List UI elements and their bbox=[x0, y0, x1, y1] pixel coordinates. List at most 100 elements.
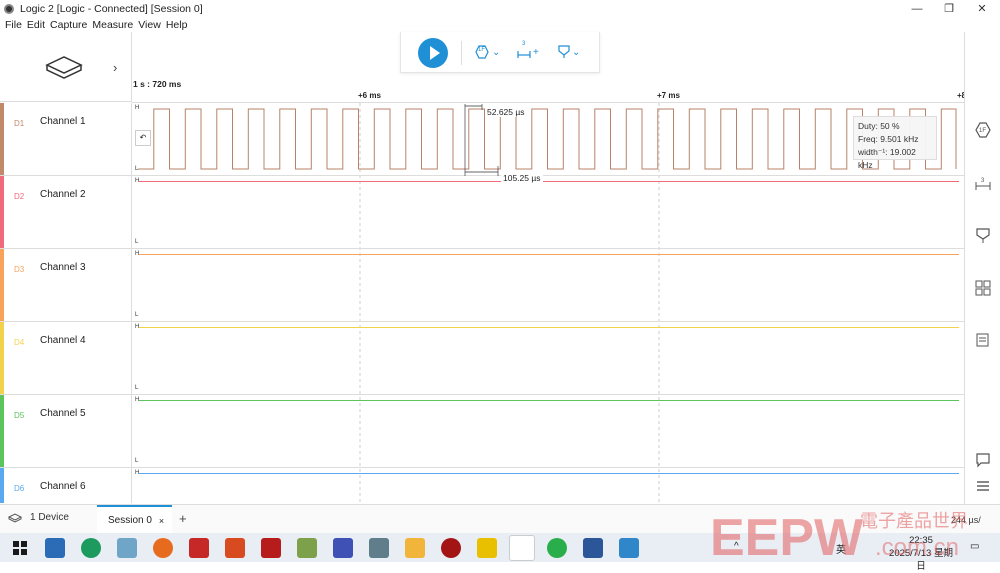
channel-name[interactable]: Channel 2 bbox=[40, 189, 86, 200]
toolbar-divider bbox=[461, 41, 462, 65]
channel-name[interactable]: Channel 6 bbox=[40, 481, 86, 492]
wechat-app-icon[interactable] bbox=[547, 538, 567, 558]
capture-toolbar: 1F ⌄ 3 + ⌄ bbox=[400, 32, 600, 73]
channel-1-waveform bbox=[138, 108, 957, 170]
svg-text:3: 3 bbox=[981, 178, 985, 184]
pdf-app-icon[interactable] bbox=[261, 538, 281, 558]
system-clock[interactable]: 22:35 2025/7/13 星期日 bbox=[885, 534, 957, 573]
duty-value: Duty: 50 % bbox=[858, 121, 900, 131]
channel-row[interactable]: D5 Channel 5 H L bbox=[0, 395, 964, 468]
channel-signal-line bbox=[139, 254, 959, 255]
channel-signal-line bbox=[139, 181, 959, 182]
close-button[interactable]: ✕ bbox=[967, 0, 997, 17]
menu-capture[interactable]: Capture bbox=[50, 19, 87, 31]
channel-color-bar bbox=[0, 249, 4, 321]
menu-icon[interactable] bbox=[975, 478, 991, 494]
menu-file[interactable]: File bbox=[5, 19, 22, 31]
chevron-right-icon[interactable]: › bbox=[113, 60, 117, 75]
notes-icon[interactable] bbox=[975, 332, 991, 348]
ab-app-icon[interactable] bbox=[189, 538, 209, 558]
channel-name[interactable]: Channel 1 bbox=[40, 116, 86, 127]
extensions-icon[interactable] bbox=[975, 280, 991, 296]
channel-id: D1 bbox=[14, 119, 25, 128]
trigger-dropdown[interactable]: 1F ⌄ bbox=[475, 44, 500, 60]
channel-id: D4 bbox=[14, 338, 25, 347]
menu-measure[interactable]: Measure bbox=[92, 19, 133, 31]
add-measurement-button[interactable]: 3 + bbox=[517, 41, 539, 60]
channel-row[interactable]: D6 Channel 6 H bbox=[0, 468, 964, 503]
channel-name[interactable]: Channel 3 bbox=[40, 262, 86, 273]
channel-id: D2 bbox=[14, 192, 25, 201]
chat-icon[interactable] bbox=[975, 452, 991, 468]
divider bbox=[131, 468, 132, 503]
analyzers-icon[interactable]: 1F bbox=[975, 122, 991, 138]
measurements-icon[interactable]: 3 bbox=[975, 175, 991, 191]
freq-value: Freq: 9.501 kHz bbox=[858, 134, 919, 144]
marker-dropdown[interactable]: ⌄ bbox=[558, 44, 580, 60]
pulse-width-label: 52.625 µs bbox=[485, 107, 527, 117]
logic-taskbar-icon[interactable] bbox=[509, 535, 535, 561]
title-bar: Logic 2 [Logic - Connected] [Session 0] bbox=[0, 0, 1000, 17]
measure-icon bbox=[517, 51, 531, 58]
photos-app-icon[interactable] bbox=[619, 538, 639, 558]
timeline-tick: +6 ms bbox=[358, 91, 381, 100]
minimize-button[interactable]: — bbox=[902, 0, 932, 17]
app-icon[interactable] bbox=[225, 538, 245, 558]
timeline-ruler[interactable]: 1 s : 720 ms +6 ms +7 ms +8 bbox=[132, 73, 966, 103]
windows-start-icon[interactable] bbox=[10, 538, 30, 558]
firefox-app-icon[interactable] bbox=[153, 538, 173, 558]
edge-app-icon[interactable] bbox=[81, 538, 101, 558]
channel-color-bar bbox=[0, 322, 4, 394]
channel-color-bar bbox=[0, 176, 4, 248]
channel-color-bar bbox=[0, 468, 4, 503]
windows-taskbar: ^ 英 22:35 2025/7/13 星期日 ▭ bbox=[0, 533, 1000, 572]
close-tab-icon[interactable]: × bbox=[159, 516, 164, 526]
menu-edit[interactable]: Edit bbox=[27, 19, 45, 31]
channel-id: D3 bbox=[14, 265, 25, 274]
channel-color-bar bbox=[0, 395, 4, 467]
channel-signal-line bbox=[139, 400, 959, 401]
channel-name[interactable]: Channel 5 bbox=[40, 408, 86, 419]
ime-indicator[interactable]: 英 bbox=[836, 541, 846, 556]
channel-signal-line bbox=[139, 327, 959, 328]
channel-row[interactable]: D4 Channel 4 H L bbox=[0, 322, 964, 395]
undo-icon[interactable]: ↶ bbox=[135, 130, 151, 146]
divider bbox=[131, 322, 132, 394]
start-capture-button[interactable] bbox=[418, 38, 448, 68]
network-app-icon[interactable] bbox=[333, 538, 353, 558]
device-tab[interactable]: 1 Device bbox=[8, 512, 69, 523]
svg-text:1F: 1F bbox=[979, 128, 986, 134]
channel-name[interactable]: Channel 4 bbox=[40, 335, 86, 346]
window-title: Logic 2 [Logic - Connected] [Session 0] bbox=[20, 2, 203, 15]
device-icon[interactable] bbox=[44, 54, 84, 82]
session-tab[interactable]: Session 0 × bbox=[97, 505, 172, 534]
tray-chevron-icon[interactable]: ^ bbox=[734, 541, 739, 552]
low-label: L bbox=[135, 458, 139, 464]
session-tabs-bar: 1 Device Session 0 × + 244 µs/ bbox=[0, 504, 1000, 534]
notification-icon[interactable]: ▭ bbox=[970, 541, 979, 552]
app-icon[interactable] bbox=[477, 538, 497, 558]
app-icon[interactable] bbox=[441, 538, 461, 558]
menu-view[interactable]: View bbox=[138, 19, 161, 31]
maximize-button[interactable]: ❐ bbox=[934, 0, 964, 17]
divider bbox=[131, 103, 132, 175]
marker-icon bbox=[558, 45, 570, 58]
channel-color-bar bbox=[0, 103, 4, 175]
tool-app-icon[interactable] bbox=[369, 538, 389, 558]
zoom-level: 244 µs/ bbox=[951, 515, 981, 525]
device-icon bbox=[8, 512, 22, 523]
word-app-icon[interactable] bbox=[583, 538, 603, 558]
channel-row[interactable]: D3 Channel 3 H L bbox=[0, 249, 964, 322]
channel-row[interactable]: D2 Channel 2 H L bbox=[0, 176, 964, 249]
add-tab-button[interactable]: + bbox=[179, 511, 187, 526]
menu-help[interactable]: Help bbox=[166, 19, 188, 31]
low-label: L bbox=[135, 385, 139, 391]
divider bbox=[131, 395, 132, 467]
logic-app-icon bbox=[4, 3, 14, 14]
low-label: L bbox=[135, 239, 139, 245]
notes-app-icon[interactable] bbox=[117, 538, 137, 558]
file-explorer-icon[interactable] bbox=[405, 538, 425, 558]
calculator-app-icon[interactable] bbox=[45, 538, 65, 558]
paint-app-icon[interactable] bbox=[297, 538, 317, 558]
timing-markers-icon[interactable] bbox=[975, 228, 991, 244]
